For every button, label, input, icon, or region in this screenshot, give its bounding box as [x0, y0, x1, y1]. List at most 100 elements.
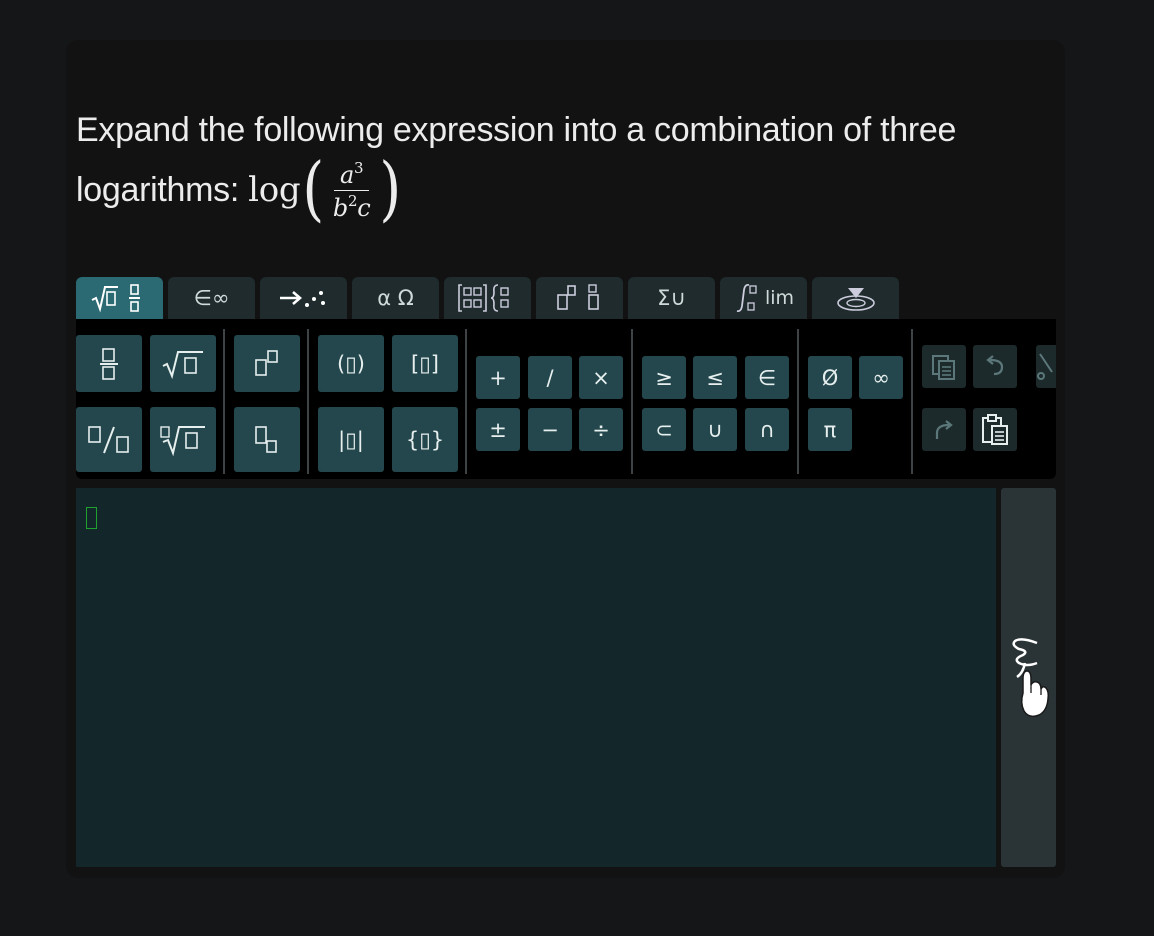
tab-lim-label: lim: [764, 287, 795, 309]
geq-label: ≥: [655, 365, 673, 390]
inline-fraction-icon: [88, 425, 129, 453]
nth-root-icon: [160, 425, 205, 456]
nth-root-button[interactable]: [150, 407, 216, 472]
braces-label: {▯}: [405, 427, 445, 452]
tab-scripts[interactable]: [536, 277, 623, 319]
tab-arrows[interactable]: [260, 277, 347, 319]
subset-label: ⊂: [655, 417, 673, 442]
separator: [911, 329, 913, 474]
empty-set-label: Ø: [821, 365, 839, 390]
input-cursor: [86, 507, 97, 529]
undo-icon: [986, 354, 1004, 375]
math-numerator: a3: [334, 160, 370, 191]
separator: [223, 329, 225, 474]
paste-button[interactable]: [973, 408, 1017, 451]
question-text: Expand the following expression into a c…: [76, 100, 1036, 224]
integral-icon: [736, 283, 757, 313]
tab-sets-label: ∈∞: [193, 286, 230, 310]
tab-greek-label: α Ω: [377, 286, 414, 310]
element-of-button[interactable]: ∈: [745, 356, 789, 399]
parentheses-label: (▯): [337, 351, 365, 376]
cut-button[interactable]: [1036, 345, 1056, 388]
handwriting-hand-icon: [1012, 638, 1049, 718]
divide-label: ÷: [592, 417, 610, 442]
absolute-value-label: |▯|: [338, 427, 364, 452]
math-keyboard: (▯) [▯] |▯| {▯} + / × ± − ÷ ≥ ≤ ∈ ⊂ ∪ ∩ …: [76, 319, 1056, 479]
math-log: log: [248, 170, 301, 211]
infinity-label: ∞: [872, 365, 890, 390]
intersection-label: ∩: [759, 417, 775, 442]
math-open-paren: (: [302, 148, 324, 231]
handwriting-panel[interactable]: [1001, 488, 1056, 867]
separator: [307, 329, 309, 474]
slash-button[interactable]: /: [528, 356, 572, 399]
intersection-button[interactable]: ∩: [745, 408, 789, 451]
infinity-button[interactable]: ∞: [859, 356, 903, 399]
math-answer-input[interactable]: [76, 488, 996, 867]
minus-button[interactable]: −: [528, 408, 572, 451]
separator: [797, 329, 799, 474]
leq-button[interactable]: ≤: [693, 356, 737, 399]
times-label: ×: [592, 365, 610, 390]
plus-label: +: [489, 365, 507, 390]
math-fraction: a3 b2c: [329, 160, 374, 222]
matrix-braces-icon: [457, 284, 509, 312]
plus-minus-button[interactable]: ±: [476, 408, 520, 451]
times-button[interactable]: ×: [579, 356, 623, 399]
separator: [465, 329, 467, 474]
absolute-value-button[interactable]: |▯|: [318, 407, 384, 472]
tab-keyboard-toggle[interactable]: [812, 277, 899, 319]
plus-minus-label: ±: [489, 417, 507, 442]
geq-button[interactable]: ≥: [642, 356, 686, 399]
math-close-paren: ): [379, 148, 401, 231]
tab-matrix[interactable]: [444, 277, 531, 319]
redo-icon: [935, 419, 953, 439]
tab-greek[interactable]: α Ω: [352, 277, 439, 319]
fraction-button[interactable]: [76, 335, 142, 392]
copy-button[interactable]: [922, 345, 966, 388]
scissors-icon: [1037, 352, 1053, 380]
math-denominator: b2c: [332, 191, 371, 222]
superscript-subscript-icon: [556, 284, 599, 310]
union-label: ∪: [707, 417, 723, 442]
braces-button[interactable]: {▯}: [392, 407, 458, 472]
fraction-icon: [100, 347, 118, 380]
empty-set-button[interactable]: Ø: [808, 356, 852, 399]
arrow-dots-icon: [279, 291, 325, 307]
inline-fraction-button[interactable]: [76, 407, 142, 472]
subscript-button[interactable]: [234, 407, 300, 472]
tab-sum-union-label: Σ∪: [657, 286, 686, 310]
plus-button[interactable]: +: [476, 356, 520, 399]
superscript-button[interactable]: [234, 335, 300, 392]
pi-button[interactable]: π: [808, 408, 852, 451]
tab-sum-union[interactable]: Σ∪: [628, 277, 715, 319]
redo-button[interactable]: [922, 408, 966, 451]
brackets-label: [▯]: [411, 351, 439, 376]
sqrt-button[interactable]: [150, 335, 216, 392]
copy-icon: [932, 354, 955, 380]
separator: [631, 329, 633, 474]
leq-label: ≤: [706, 365, 724, 390]
undo-button[interactable]: [973, 345, 1017, 388]
root-fraction-icon: [91, 284, 140, 313]
tab-sets[interactable]: ∈∞: [168, 277, 255, 319]
tab-root-fraction[interactable]: [76, 277, 163, 319]
subset-button[interactable]: ⊂: [642, 408, 686, 451]
sqrt-icon: [162, 350, 203, 379]
union-button[interactable]: ∪: [693, 408, 737, 451]
paste-icon: [982, 413, 1008, 445]
subscript-icon: [255, 425, 277, 453]
keyboard-toggle-icon: [836, 288, 875, 311]
divide-button[interactable]: ÷: [579, 408, 623, 451]
question-prompt: Expand the following expression into a c…: [76, 111, 957, 209]
minus-label: −: [541, 417, 559, 442]
slash-label: /: [546, 365, 554, 390]
brackets-button[interactable]: [▯]: [392, 335, 458, 392]
superscript-icon: [255, 349, 278, 376]
tab-integral-limit[interactable]: lim: [720, 277, 807, 319]
keyboard-tabs: ∈∞ α Ω Σ∪ lim: [76, 277, 899, 319]
pi-label: π: [823, 417, 837, 442]
element-of-label: ∈: [757, 365, 777, 390]
math-expression: log ( a3 b2c ): [248, 154, 401, 224]
parentheses-button[interactable]: (▯): [318, 335, 384, 392]
